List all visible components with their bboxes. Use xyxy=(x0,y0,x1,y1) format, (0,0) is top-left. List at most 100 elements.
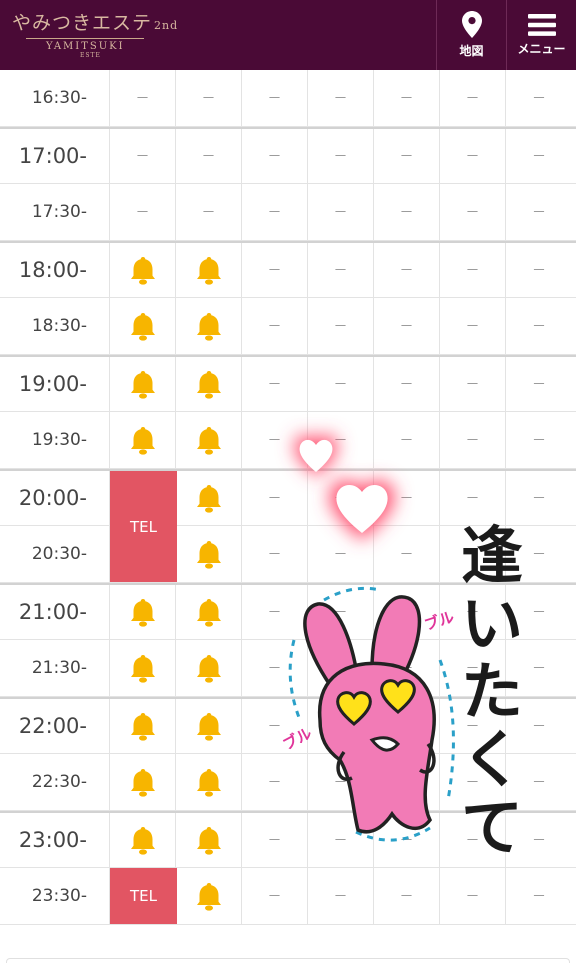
reservation-bell-slot[interactable] xyxy=(110,754,176,810)
reservation-bell-slot[interactable] xyxy=(176,699,242,753)
bell-icon xyxy=(196,485,221,513)
reservation-bell-slot[interactable] xyxy=(110,243,176,297)
unavailable-slot: － xyxy=(374,471,440,525)
reservation-bell-slot[interactable] xyxy=(176,298,242,354)
reservation-bell-slot[interactable] xyxy=(176,813,242,867)
reservation-bell-slot[interactable] xyxy=(110,813,176,867)
unavailable-slot: － xyxy=(110,184,176,240)
map-button[interactable]: 地図 xyxy=(436,0,506,70)
unavailable-slot: － xyxy=(242,526,308,582)
unavailable-slot: － xyxy=(440,412,506,468)
reservation-bell-slot[interactable] xyxy=(176,868,242,924)
unavailable-slot: － xyxy=(374,813,440,867)
time-label: 17:00- xyxy=(0,129,110,183)
unavailable-slot: － xyxy=(374,699,440,753)
time-label: 20:00- xyxy=(0,471,110,525)
bell-icon xyxy=(130,427,155,455)
unavailable-slot: － xyxy=(440,70,506,126)
bell-icon xyxy=(130,713,155,741)
time-label: 18:30- xyxy=(0,298,110,354)
table-row: 20:00- －－－－－ xyxy=(0,469,576,526)
unavailable-slot: － xyxy=(374,357,440,411)
tel-button[interactable]: TEL xyxy=(110,471,177,582)
unavailable-slot: － xyxy=(374,754,440,810)
menu-button[interactable]: メニュー xyxy=(506,0,576,70)
table-row: 17:00- －－－－－－－ xyxy=(0,127,576,184)
bottom-panel-edge xyxy=(6,958,570,963)
bell-icon xyxy=(130,313,155,341)
unavailable-slot: － xyxy=(532,889,546,905)
table-row: 22:30- －－－－－ xyxy=(0,754,576,811)
tel-button[interactable]: TEL xyxy=(110,868,177,924)
table-row: 23:00- －－－－－ xyxy=(0,811,576,868)
table-row: 18:30- －－－－－ xyxy=(0,298,576,355)
reservation-bell-slot[interactable] xyxy=(110,640,176,696)
time-label: 23:00- xyxy=(0,813,110,867)
reservation-bell-slot[interactable] xyxy=(110,699,176,753)
unavailable-slot: － xyxy=(242,298,308,354)
app-header: やみつきエステ 2nd YAMITSUKI ESTE 地図 メニュー xyxy=(0,0,576,70)
unavailable-slot: － xyxy=(374,184,440,240)
table-row: 20:30- －－－－－ xyxy=(0,526,576,583)
unavailable-slot: － xyxy=(440,813,506,867)
unavailable-slot: － xyxy=(308,699,374,753)
site-logo[interactable]: やみつきエステ 2nd YAMITSUKI ESTE xyxy=(0,0,436,70)
unavailable-slot: － xyxy=(532,547,546,563)
bell-icon xyxy=(196,599,221,627)
bell-icon xyxy=(130,257,155,285)
unavailable-slot: － xyxy=(440,298,506,354)
unavailable-slot: － xyxy=(176,70,242,126)
bell-icon xyxy=(196,655,221,683)
reservation-bell-slot[interactable] xyxy=(176,357,242,411)
map-label: 地図 xyxy=(459,44,484,58)
reservation-bell-slot[interactable] xyxy=(110,585,176,639)
time-label: 19:30- xyxy=(0,412,110,468)
table-row: 19:00- －－－－－ xyxy=(0,355,576,412)
time-label: 20:30- xyxy=(0,526,110,582)
reservation-bell-slot[interactable] xyxy=(176,754,242,810)
unavailable-slot: － xyxy=(308,243,374,297)
unavailable-slot: － xyxy=(242,184,308,240)
unavailable-slot: － xyxy=(440,585,506,639)
unavailable-slot: － xyxy=(532,833,546,849)
unavailable-slot: － xyxy=(374,243,440,297)
unavailable-slot: － xyxy=(308,754,374,810)
reservation-bell-slot[interactable] xyxy=(176,471,242,525)
unavailable-slot: － xyxy=(374,70,440,126)
bell-icon xyxy=(196,827,221,855)
unavailable-slot: － xyxy=(308,298,374,354)
unavailable-slot: － xyxy=(308,412,374,468)
table-row: 19:30- －－－－－ xyxy=(0,412,576,469)
unavailable-slot: － xyxy=(110,129,176,183)
map-pin-icon xyxy=(461,11,482,38)
unavailable-slot: － xyxy=(532,149,546,165)
reservation-bell-slot[interactable] xyxy=(176,243,242,297)
time-label: 22:00- xyxy=(0,699,110,753)
hamburger-icon xyxy=(527,13,556,36)
reservation-bell-slot[interactable] xyxy=(110,298,176,354)
bell-icon xyxy=(130,655,155,683)
bell-icon xyxy=(196,257,221,285)
unavailable-slot: － xyxy=(374,129,440,183)
unavailable-slot: － xyxy=(532,775,546,791)
reservation-bell-slot[interactable] xyxy=(176,526,242,582)
unavailable-slot: － xyxy=(532,205,546,221)
reservation-bell-slot[interactable] xyxy=(176,412,242,468)
bell-icon xyxy=(130,599,155,627)
menu-label: メニュー xyxy=(517,41,566,56)
table-row: 18:00- －－－－－ xyxy=(0,241,576,298)
logo-sup: 2nd xyxy=(154,19,179,32)
time-label: 21:30- xyxy=(0,640,110,696)
unavailable-slot: － xyxy=(374,868,440,924)
unavailable-slot: － xyxy=(440,526,506,582)
reservation-bell-slot[interactable] xyxy=(176,640,242,696)
reservation-bell-slot[interactable] xyxy=(176,585,242,639)
unavailable-slot: － xyxy=(176,184,242,240)
unavailable-slot: － xyxy=(532,319,546,335)
bell-icon xyxy=(196,769,221,797)
unavailable-slot: － xyxy=(308,70,374,126)
unavailable-slot: － xyxy=(440,357,506,411)
time-label: 19:00- xyxy=(0,357,110,411)
reservation-bell-slot[interactable] xyxy=(110,412,176,468)
reservation-bell-slot[interactable] xyxy=(110,357,176,411)
